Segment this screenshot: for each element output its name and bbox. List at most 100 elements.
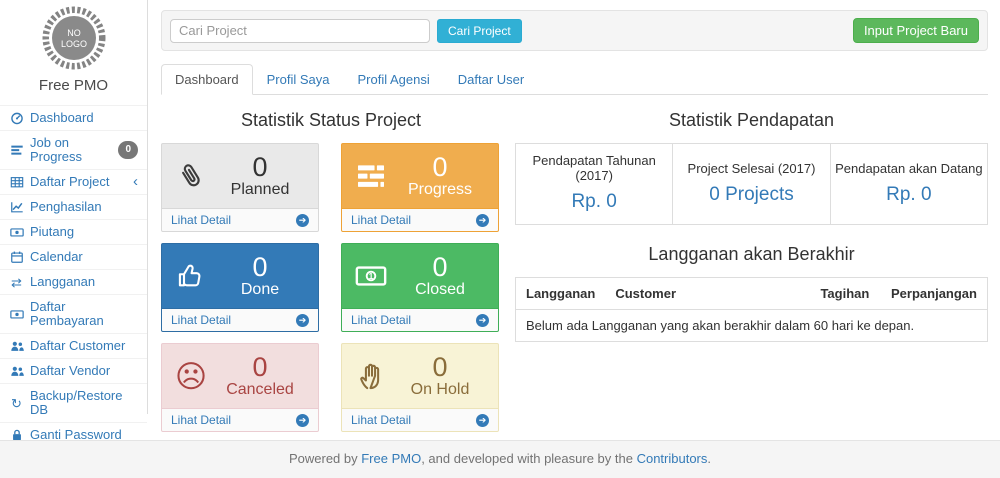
calendar-icon	[9, 250, 24, 264]
stat-label: Pendapatan akan Datang	[835, 161, 983, 176]
lihat-detail-link[interactable]: Lihat Detail ➔	[342, 208, 498, 231]
money-icon: 1	[351, 264, 391, 288]
tab-profil-saya[interactable]: Profil Saya	[253, 64, 344, 95]
card-count: 0	[391, 153, 489, 181]
input-project-baru-button[interactable]: Input Project Baru	[853, 18, 979, 43]
arrow-circle-right-icon: ➔	[296, 414, 309, 427]
frown-icon: ☹	[171, 361, 211, 392]
sidebar-item-calendar[interactable]: Calendar	[0, 244, 147, 269]
dashboard-content: Statistik Status Project 0 Planned	[161, 95, 988, 432]
card-count: 0	[391, 253, 489, 281]
sidebar-item-dashboard[interactable]: Dashboard	[0, 105, 147, 130]
sidebar-item-daftar-vendor[interactable]: Daftar Vendor	[0, 358, 147, 383]
sidebar-item-langganan[interactable]: ⇄ Langganan	[0, 269, 147, 294]
money-icon	[9, 307, 24, 321]
lihat-detail-link[interactable]: Lihat Detail ➔	[342, 308, 498, 331]
tab-dashboard[interactable]: Dashboard	[161, 64, 253, 95]
lihat-detail-link[interactable]: Lihat Detail ➔	[162, 208, 318, 231]
contributors-link[interactable]: Contributors	[637, 451, 708, 466]
lihat-detail-label: Lihat Detail	[171, 313, 231, 327]
stat-value[interactable]: Rp. 0	[835, 184, 983, 206]
line-chart-icon	[9, 200, 24, 214]
card-body: 1 0 Closed	[342, 244, 498, 308]
sidebar-menu: Dashboard Job on Progress 0 Daftar Proje…	[0, 105, 147, 473]
column-header-langganan: Langganan	[516, 278, 606, 310]
status-card-closed: 1 0 Closed Lihat Detail ➔	[341, 243, 499, 332]
dashboard-icon	[9, 111, 24, 125]
card-body: 0 Done	[162, 244, 318, 308]
svg-text:1: 1	[369, 271, 374, 281]
footer-text: Powered by	[289, 451, 361, 466]
search-button[interactable]: Cari Project	[437, 19, 522, 43]
status-card-on-hold: 0 On Hold Lihat Detail ➔	[341, 343, 499, 432]
sidebar-item-daftar-project[interactable]: Daftar Project ‹	[0, 169, 147, 194]
sidebar-item-label: Backup/Restore DB	[30, 389, 138, 417]
logo-text-line2: LOGO	[60, 39, 86, 49]
lihat-detail-link[interactable]: Lihat Detail ➔	[162, 408, 318, 431]
arrow-circle-right-icon: ➔	[476, 314, 489, 327]
lihat-detail-label: Lihat Detail	[351, 313, 411, 327]
sidebar-item-label: Calendar	[30, 250, 83, 264]
empty-subscriptions-message: Belum ada Langganan yang akan berakhir d…	[516, 310, 988, 342]
subscription-table: Langganan Customer Tagihan Perpanjangan …	[515, 277, 988, 342]
card-status-label: Closed	[391, 281, 489, 299]
sidebar-item-label: Daftar Pembayaran	[30, 300, 138, 328]
lihat-detail-label: Lihat Detail	[351, 213, 411, 227]
stat-label: Project Selesai (2017)	[677, 161, 825, 176]
arrow-circle-right-icon: ➔	[296, 314, 309, 327]
card-body: ☹ 0 Canceled	[162, 344, 318, 408]
search-input[interactable]	[170, 19, 430, 43]
hand-icon	[351, 362, 391, 390]
sidebar-item-backup-restore-db[interactable]: ↻ Backup/Restore DB	[0, 383, 147, 422]
sidebar-item-penghasilan[interactable]: Penghasilan	[0, 194, 147, 219]
sidebar-item-label: Penghasilan	[30, 200, 102, 214]
sidebar-item-label: Piutang	[30, 225, 74, 239]
column-header-tagihan: Tagihan	[810, 278, 881, 310]
page-footer: Powered by Free PMO, and developed with …	[0, 440, 1000, 478]
stat-cell-pendapatan-tahunan: Pendapatan Tahunan (2017) Rp. 0	[516, 144, 673, 225]
table-row: Belum ada Langganan yang akan berakhir d…	[516, 310, 988, 342]
users-icon	[9, 339, 24, 353]
card-status-label: Done	[211, 281, 309, 299]
tab-bar: Dashboard Profil Saya Profil Agensi Daft…	[161, 64, 988, 95]
sidebar-item-daftar-pembayaran[interactable]: Daftar Pembayaran	[0, 294, 147, 333]
arrow-circle-right-icon: ➔	[476, 414, 489, 427]
card-status-label: Planned	[211, 181, 309, 199]
stat-value[interactable]: Rp. 0	[520, 191, 668, 213]
card-count: 0	[391, 353, 489, 381]
sidebar: NO LOGO Free PMO Dashboard Job on Progre…	[0, 0, 148, 414]
sidebar-item-job-on-progress[interactable]: Job on Progress 0	[0, 130, 147, 169]
tab-daftar-user[interactable]: Daftar User	[444, 64, 538, 95]
column-header-perpanjangan: Perpanjangan	[881, 278, 987, 310]
free-pmo-link[interactable]: Free PMO	[361, 451, 421, 466]
card-body: 0 Progress	[342, 144, 498, 208]
status-section: Statistik Status Project 0 Planned	[161, 95, 501, 432]
paperclip-icon	[171, 160, 211, 192]
sidebar-item-piutang[interactable]: Piutang	[0, 219, 147, 244]
lihat-detail-link[interactable]: Lihat Detail ➔	[162, 308, 318, 331]
status-cards-grid: 0 Planned Lihat Detail ➔	[161, 143, 501, 432]
main-content: Cari Project Input Project Baru Dashboar…	[149, 0, 1000, 432]
lihat-detail-link[interactable]: Lihat Detail ➔	[342, 408, 498, 431]
status-card-canceled: ☹ 0 Canceled Lihat Detail ➔	[161, 343, 319, 432]
subscription-section-title: Langganan akan Berakhir	[515, 244, 988, 265]
sidebar-item-daftar-customer[interactable]: Daftar Customer	[0, 333, 147, 358]
stat-label: Pendapatan Tahunan (2017)	[520, 153, 668, 183]
sidebar-item-label: Langganan	[30, 275, 95, 289]
search-bar: Cari Project Input Project Baru	[161, 10, 988, 51]
income-section-title: Statistik Pendapatan	[515, 110, 988, 131]
tasks-icon	[9, 143, 24, 157]
footer-text: , and developed with pleasure by the	[421, 451, 636, 466]
card-body: 0 Planned	[162, 144, 318, 208]
thumbs-up-icon	[171, 262, 211, 290]
refresh-icon: ↻	[9, 397, 24, 410]
card-status-label: On Hold	[391, 381, 489, 399]
tasks-icon	[351, 163, 391, 189]
app-window: NO LOGO Free PMO Dashboard Job on Progre…	[0, 0, 1000, 478]
tab-profil-agensi[interactable]: Profil Agensi	[343, 64, 443, 95]
card-status-label: Canceled	[211, 381, 309, 399]
count-badge: 0	[118, 141, 138, 159]
stat-value[interactable]: 0 Projects	[677, 184, 825, 206]
arrow-circle-right-icon: ➔	[296, 214, 309, 227]
income-section: Statistik Pendapatan Pendapatan Tahunan …	[515, 95, 988, 432]
